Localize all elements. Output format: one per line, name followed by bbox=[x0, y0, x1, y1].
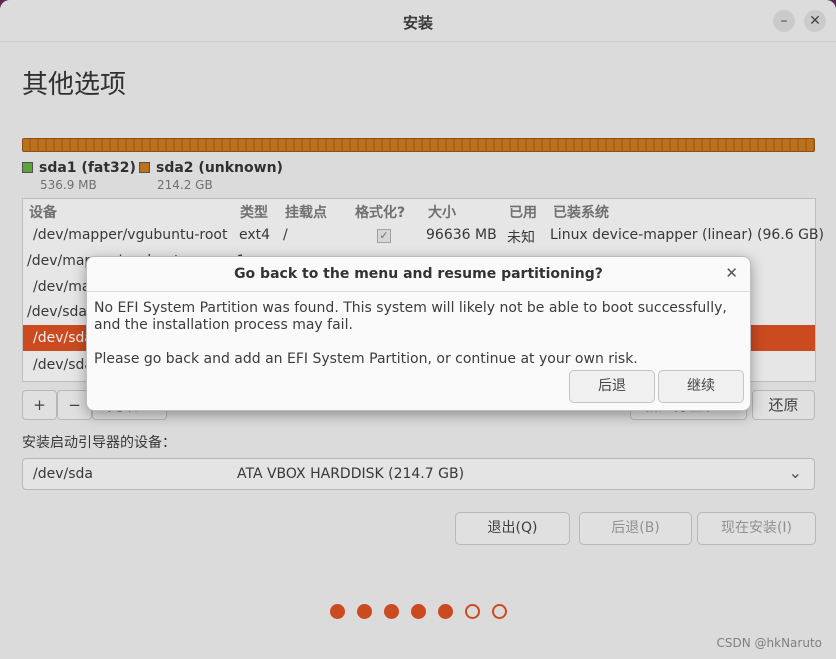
dialog-message: No EFI System Partition was found. This … bbox=[94, 300, 727, 333]
window-title: 安装 bbox=[402, 14, 433, 32]
titlebar: 安装 – ✕ bbox=[0, 0, 836, 42]
close-icon[interactable]: ✕ bbox=[804, 10, 826, 32]
installer-window: 安装 – ✕ 其他选项 sda1 (fat32) 536.9 MB sda2 (… bbox=[0, 0, 836, 659]
dialog-message-secondary: Please go back and add an EFI System Par… bbox=[94, 351, 638, 367]
dialog-close-icon[interactable]: ✕ bbox=[725, 264, 738, 282]
dialog-divider bbox=[87, 291, 750, 292]
efi-warning-dialog: Go back to the menu and resume partition… bbox=[86, 256, 751, 411]
dialog-continue-button[interactable]: 继续 bbox=[658, 370, 744, 403]
minimize-icon[interactable]: – bbox=[773, 10, 795, 32]
dialog-back-button[interactable]: 后退 bbox=[569, 370, 655, 403]
dialog-title: Go back to the menu and resume partition… bbox=[234, 266, 603, 282]
